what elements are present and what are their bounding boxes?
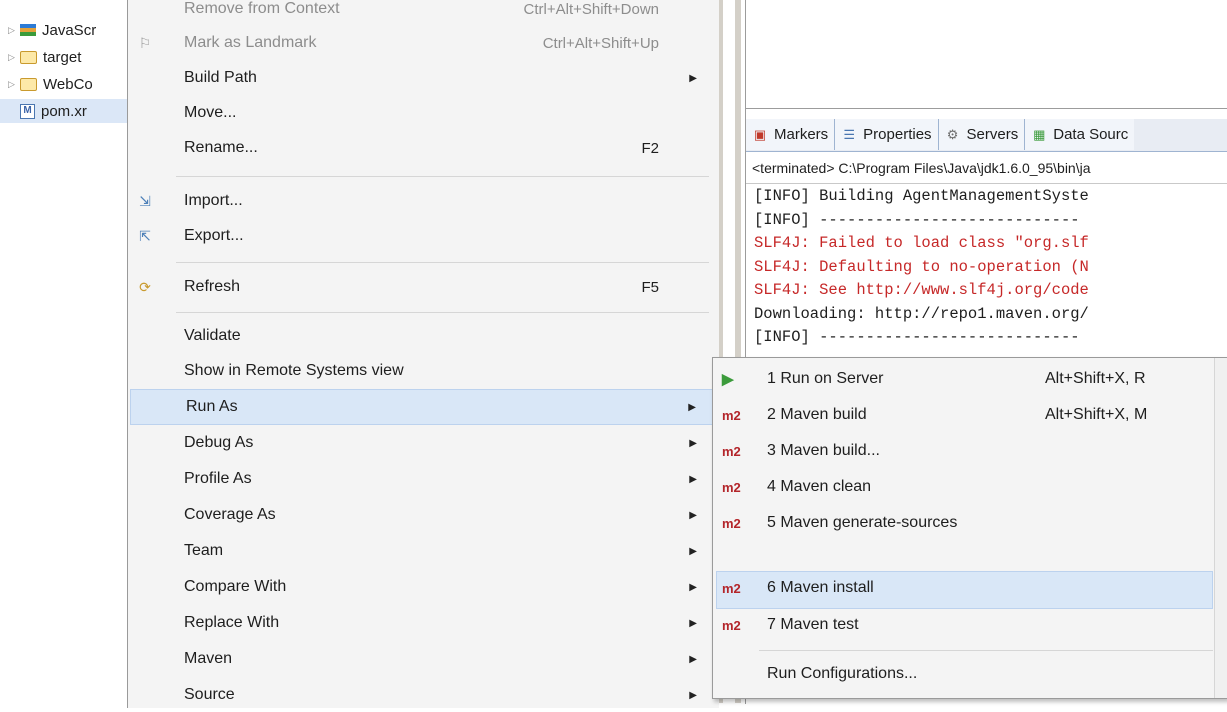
library-icon: [20, 24, 36, 36]
m2-icon: m2: [722, 581, 741, 596]
properties-icon: ☰: [843, 126, 855, 142]
submenu-arrow-icon: ▶: [689, 72, 697, 84]
m2-icon: m2: [722, 444, 741, 459]
submenu-item-maven-test[interactable]: m2 7 Maven test: [713, 608, 1227, 644]
m2-icon: m2: [722, 480, 741, 495]
tree-item-webcontent[interactable]: ▷ WebCo: [0, 72, 127, 96]
console-line: [INFO] ----------------------------: [754, 328, 1080, 346]
menu-item-source[interactable]: Source ▶: [128, 678, 719, 712]
tree-item-label: pom.xr: [41, 102, 87, 120]
console-line: [INFO] ----------------------------: [754, 210, 1080, 229]
submenu-item-maven-generate-sources[interactable]: m2 5 Maven generate-sources: [713, 506, 1227, 542]
submenu-arrow-icon: ▶: [689, 437, 697, 449]
expand-arrow-icon[interactable]: ▷: [8, 79, 20, 90]
menu-item-show-in-remote-systems[interactable]: Show in Remote Systems view: [128, 354, 719, 388]
menu-item-mark-as-landmark[interactable]: ⚐ Mark as Landmark Ctrl+Alt+Shift+Up: [128, 26, 719, 60]
console-line: [INFO] Building AgentManagementSyste: [754, 187, 1089, 205]
m2-icon: m2: [722, 408, 741, 423]
folder-icon: [20, 77, 37, 91]
submenu-item-run-configurations[interactable]: Run Configurations...: [713, 657, 1227, 693]
tree-item-label: target: [43, 48, 82, 66]
menu-separator: [176, 176, 709, 177]
menu-separator: [176, 312, 709, 313]
m2-icon: m2: [722, 618, 741, 633]
run-as-submenu: ▶ 1 Run on Server Alt+Shift+X, R m2 2 Ma…: [712, 357, 1227, 699]
submenu-arrow-icon: ▶: [689, 617, 697, 629]
menu-item-import[interactable]: ⇲ Import...: [128, 184, 719, 218]
run-server-icon: ▶: [722, 371, 734, 388]
submenu-arrow-icon: ▶: [689, 545, 697, 557]
m2-icon: m2: [722, 516, 741, 531]
submenu-item-maven-clean[interactable]: m2 4 Maven clean: [713, 470, 1227, 506]
expand-arrow-icon[interactable]: ▷: [8, 52, 20, 63]
submenu-arrow-icon: ▶: [689, 653, 697, 665]
tab-label: Properties: [863, 126, 932, 143]
view-tabs: ▣ Markers ☰ Properties ⚙ Servers ▦ Data …: [746, 119, 1227, 152]
tab-label: Servers: [966, 126, 1019, 143]
menu-item-compare-with[interactable]: Compare With ▶: [128, 570, 719, 604]
console-line: SLF4J: Failed to load class "org.slf: [754, 234, 1089, 252]
tab-properties[interactable]: ☰ Properties: [835, 119, 939, 150]
submenu-arrow-icon: ▶: [689, 581, 697, 593]
tab-label: Data Sourc: [1053, 126, 1129, 143]
console-status: <terminated> C:\Program Files\Java\jdk1.…: [746, 153, 1227, 184]
menu-item-export[interactable]: ⇱ Export...: [128, 219, 719, 253]
context-menu: Remove from Context Ctrl+Alt+Shift+Down …: [127, 0, 719, 708]
menu-separator: [759, 650, 1213, 651]
menu-item-rename[interactable]: Rename... F2: [128, 131, 719, 165]
menu-item-validate[interactable]: Validate: [128, 319, 719, 353]
menu-item-run-as[interactable]: Run As ▶: [130, 389, 717, 425]
submenu-arrow-icon: ▶: [689, 473, 697, 485]
tab-data-source[interactable]: ▦ Data Sourc: [1025, 119, 1135, 150]
tab-servers[interactable]: ⚙ Servers: [938, 119, 1026, 150]
expand-arrow-icon[interactable]: ▷: [8, 25, 20, 36]
menu-item-remove-from-context[interactable]: Remove from Context Ctrl+Alt+Shift+Down: [128, 0, 719, 26]
submenu-scrollbar[interactable]: [1214, 358, 1227, 698]
menu-item-replace-with[interactable]: Replace With ▶: [128, 606, 719, 640]
menu-item-move[interactable]: Move...: [128, 96, 719, 130]
export-icon: ⇱: [139, 228, 151, 244]
submenu-item-maven-build-config[interactable]: m2 3 Maven build...: [713, 434, 1227, 470]
servers-icon: ⚙: [946, 126, 959, 142]
tab-markers[interactable]: ▣ Markers: [746, 119, 836, 150]
menu-item-refresh[interactable]: ⟳ Refresh F5: [128, 270, 719, 304]
tab-label: Markers: [774, 126, 829, 143]
import-icon: ⇲: [139, 193, 151, 209]
project-explorer-tree: ▷ JavaScr ▷ target ▷ WebCo M pom.xr: [0, 0, 127, 703]
menu-item-maven[interactable]: Maven ▶: [128, 642, 719, 676]
folder-icon: [20, 50, 37, 64]
landmark-icon: ⚐: [138, 35, 152, 51]
menu-item-team[interactable]: Team ▶: [128, 534, 719, 568]
refresh-icon: ⟳: [139, 279, 151, 295]
editor-area: [745, 0, 1227, 108]
tree-item-pom[interactable]: M pom.xr: [0, 99, 127, 123]
menu-separator: [176, 262, 709, 263]
tree-item-label: WebCo: [43, 75, 93, 93]
console-line: SLF4J: See http://www.slf4j.org/code: [754, 281, 1089, 299]
menu-item-profile-as[interactable]: Profile As ▶: [128, 462, 719, 496]
submenu-item-maven-build[interactable]: m2 2 Maven build Alt+Shift+X, M: [713, 398, 1227, 434]
tree-item-target[interactable]: ▷ target: [0, 45, 127, 69]
menu-item-coverage-as[interactable]: Coverage As ▶: [128, 498, 719, 532]
submenu-item-maven-install[interactable]: m2 6 Maven install: [716, 571, 1213, 609]
tree-item-label: JavaScr: [42, 21, 97, 39]
console-line: Downloading: http://repo1.maven.org/: [754, 304, 1089, 323]
submenu-arrow-icon: ▶: [688, 401, 696, 413]
console-line: SLF4J: Defaulting to no-operation (N: [754, 257, 1089, 276]
menu-item-build-path[interactable]: Build Path ▶: [128, 61, 719, 95]
data-source-icon: ▦: [1033, 126, 1046, 142]
tree-item-javascript[interactable]: ▷ JavaScr: [0, 18, 127, 42]
markers-icon: ▣: [753, 126, 767, 142]
submenu-arrow-icon: ▶: [689, 509, 697, 521]
menu-item-debug-as[interactable]: Debug As ▶: [128, 426, 719, 460]
submenu-item-run-on-server[interactable]: ▶ 1 Run on Server Alt+Shift+X, R: [713, 362, 1227, 398]
submenu-arrow-icon: ▶: [689, 689, 697, 701]
maven-file-icon: M: [20, 103, 35, 119]
